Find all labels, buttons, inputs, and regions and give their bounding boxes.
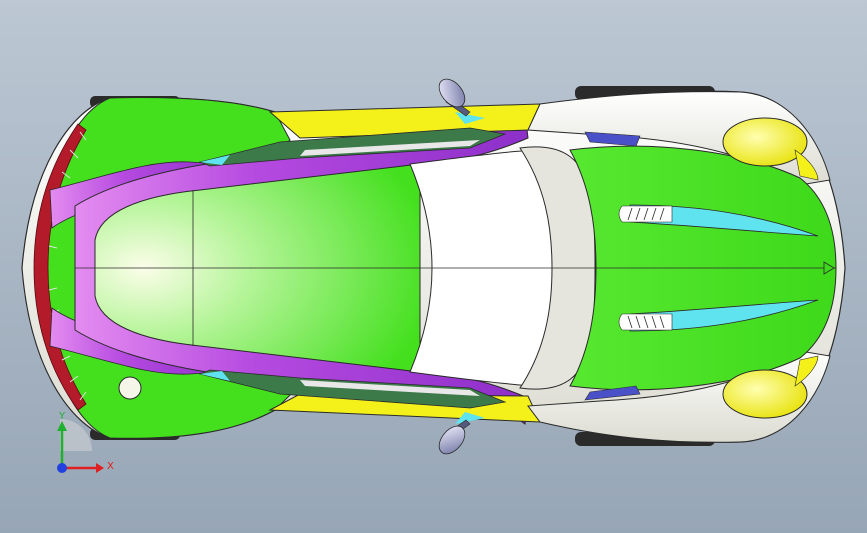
z-axis-dot [57, 463, 67, 473]
triad-plane [60, 419, 92, 451]
car-model[interactable] [0, 0, 867, 533]
coordinate-triad: X Y [57, 411, 114, 473]
side-mirror-bottom [438, 419, 471, 455]
x-axis-label: X [107, 461, 114, 472]
x-axis-arrowhead [96, 463, 104, 473]
3d-viewport[interactable]: X Y [0, 0, 867, 533]
fuel-cap [118, 376, 142, 400]
headlight-top [722, 117, 808, 167]
y-axis-label: Y [58, 411, 66, 422]
headlight-bottom [722, 369, 808, 419]
